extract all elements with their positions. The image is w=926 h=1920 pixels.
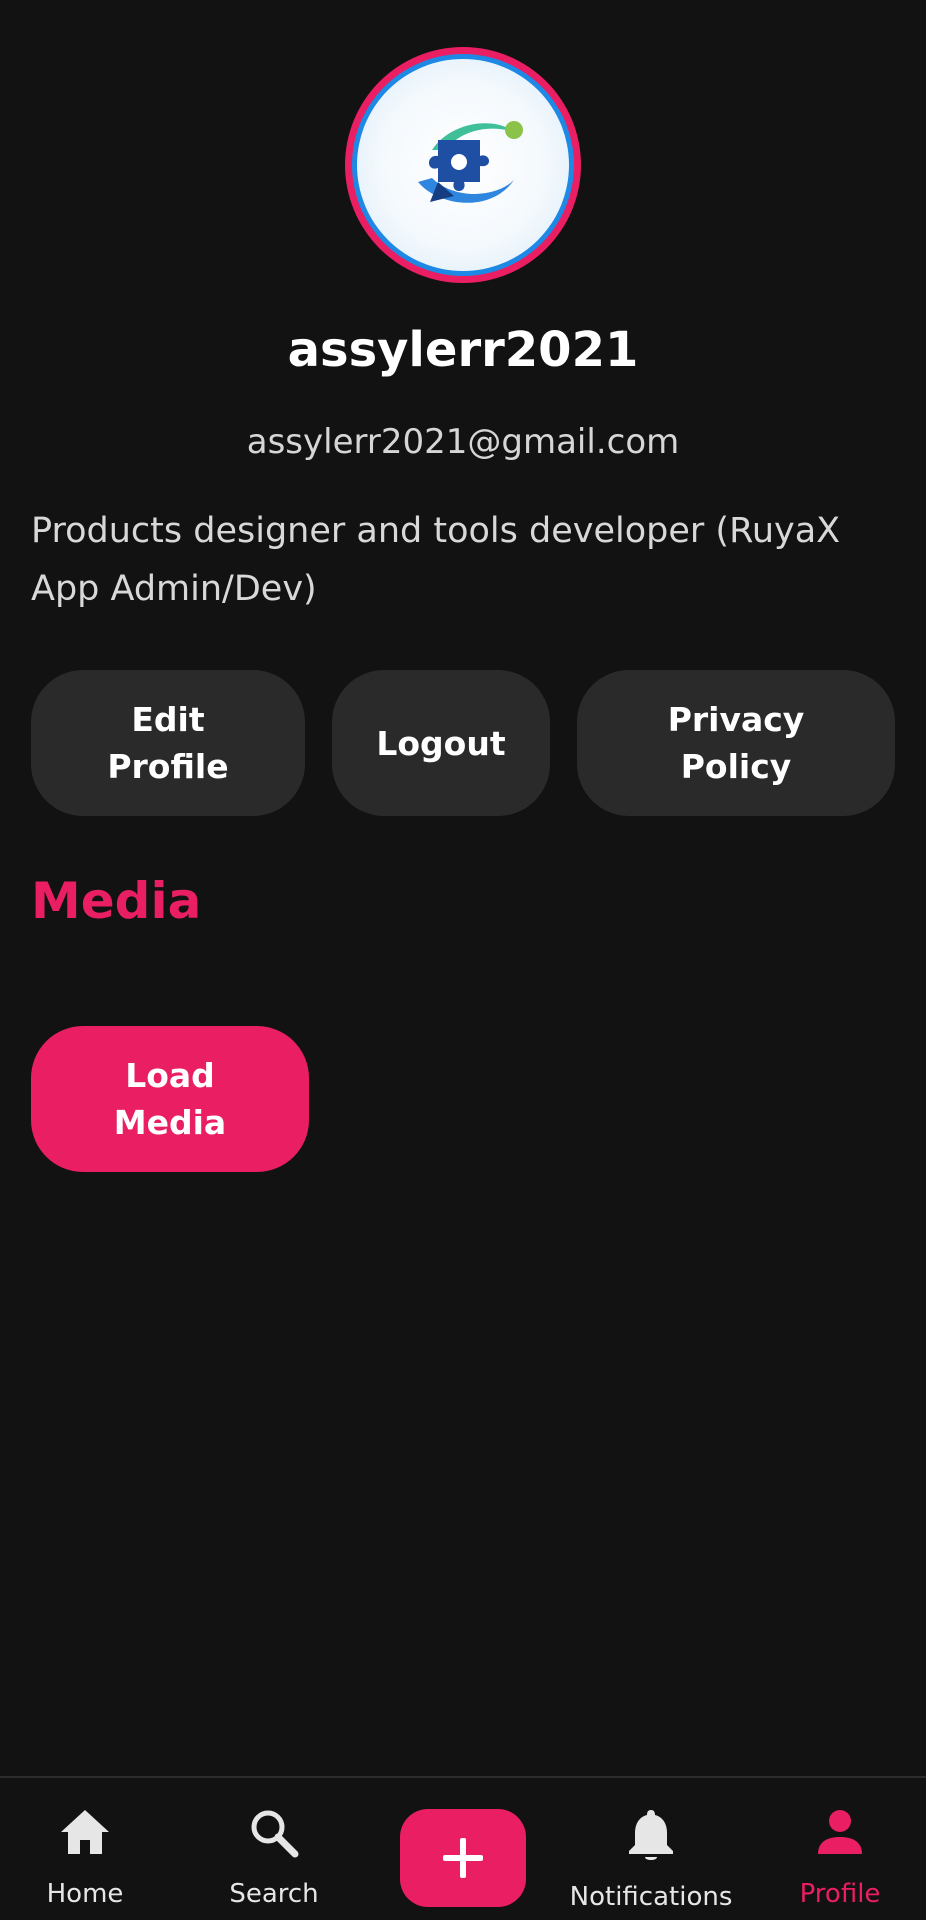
create-post-button[interactable] — [400, 1809, 526, 1907]
load-media-button[interactable]: Load Media — [31, 1026, 309, 1172]
plus-icon — [443, 1838, 483, 1878]
avatar — [345, 47, 581, 283]
nav-item-notifications[interactable]: Notifications — [569, 1778, 733, 1920]
media-section-title: Media — [31, 872, 202, 930]
privacy-policy-button[interactable]: Privacy Policy — [577, 670, 895, 816]
nav-label-profile: Profile — [799, 1879, 881, 1909]
email-address: assylerr2021@gmail.com — [246, 422, 680, 462]
profile-bio: Products designer and tools developer (R… — [31, 511, 841, 609]
person-icon — [818, 1810, 862, 1854]
username: assylerr2021 — [287, 322, 639, 378]
nav-item-profile[interactable]: Profile — [790, 1778, 890, 1920]
nav-item-home[interactable]: Home — [35, 1778, 135, 1920]
avatar-ring — [352, 54, 574, 276]
logout-button[interactable]: Logout — [332, 670, 550, 816]
nav-label-notifications: Notifications — [569, 1882, 733, 1912]
avatar-image — [357, 59, 569, 271]
nav-label-home: Home — [46, 1879, 124, 1909]
nav-label-search: Search — [229, 1879, 319, 1909]
edit-profile-button[interactable]: Edit Profile — [31, 670, 305, 816]
bell-icon — [629, 1810, 673, 1860]
puzzle-logo-icon — [418, 121, 523, 203]
nav-item-search[interactable]: Search — [222, 1778, 326, 1920]
home-icon — [61, 1810, 109, 1854]
search-icon — [251, 1810, 299, 1858]
bottom-navigation: Home Search Notifications Profile — [0, 1776, 926, 1920]
